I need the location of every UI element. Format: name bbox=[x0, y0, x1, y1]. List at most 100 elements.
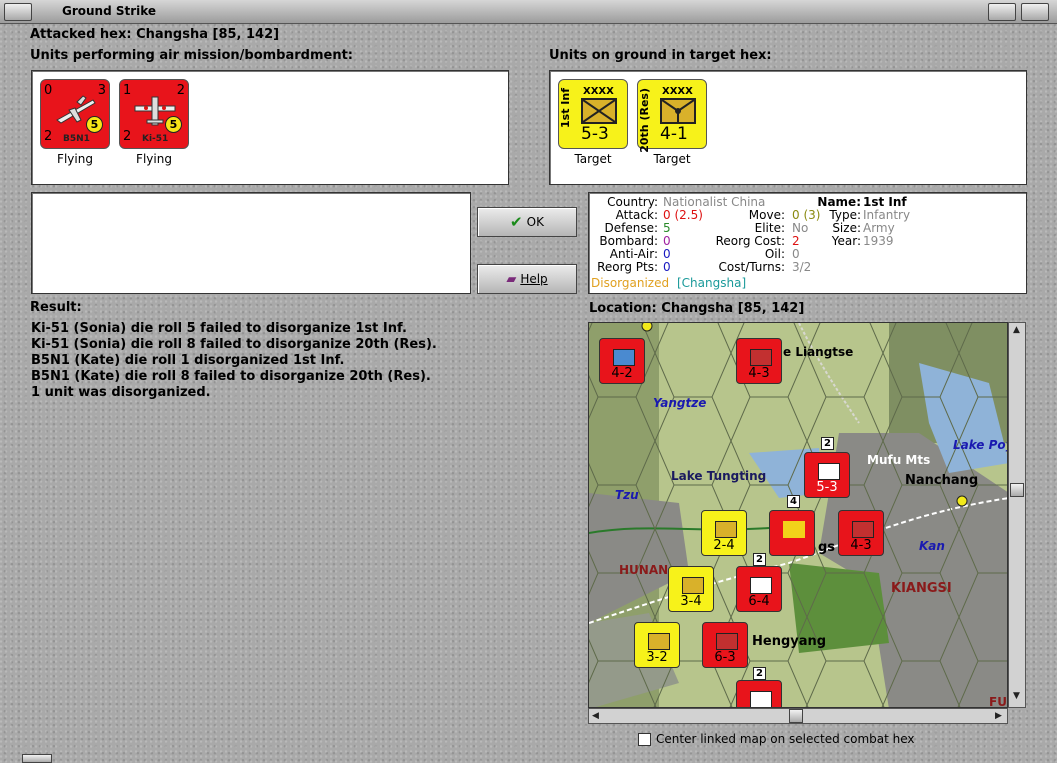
checkmark-icon: ✔ bbox=[510, 213, 523, 231]
unit-strength: 4-1 bbox=[660, 124, 688, 144]
map-label: Lake Tungting bbox=[671, 469, 767, 483]
unit-name: 1st Inf bbox=[559, 88, 572, 128]
map-air-unit-counter[interactable] bbox=[769, 510, 815, 556]
message-panel bbox=[31, 192, 471, 294]
result-line: B5N1 (Kate) die roll 1 disorganized 1st … bbox=[31, 353, 345, 368]
antiair-key: Anti-Air: bbox=[609, 247, 658, 261]
infantry-symbol-icon bbox=[750, 349, 772, 366]
stack-count-badge: 2 bbox=[821, 437, 834, 450]
help-button[interactable]: ▰ Help bbox=[477, 264, 577, 294]
counter-value: 1 bbox=[123, 83, 132, 98]
map-unit-strength: 2-4 bbox=[713, 538, 735, 553]
elite-key: Elite: bbox=[754, 221, 785, 235]
infantry-symbol-icon bbox=[750, 577, 772, 594]
ok-button[interactable]: ✔ OK bbox=[477, 207, 577, 237]
attack-key: Attack: bbox=[615, 208, 658, 222]
scroll-down-icon[interactable]: ▼ bbox=[1013, 691, 1020, 701]
cost-turns-value: 3/2 bbox=[792, 260, 812, 274]
infantry-symbol-icon bbox=[750, 691, 772, 707]
window-menu-button[interactable] bbox=[4, 3, 32, 21]
map-unit-counter[interactable]: 2-4 bbox=[701, 510, 747, 556]
ground-unit-counter-20th-res[interactable]: 20th (Res) XXXX 4-1 bbox=[637, 79, 707, 153]
map-label: FU bbox=[989, 695, 1007, 708]
unit-name: 20th (Res) bbox=[638, 88, 651, 153]
horizontal-scroll-thumb[interactable] bbox=[789, 709, 803, 723]
result-line: Ki-51 (Sonia) die roll 8 failed to disor… bbox=[31, 337, 437, 352]
map-unit-strength: 3-4 bbox=[680, 594, 702, 609]
map-unit-counter[interactable]: 6-4 bbox=[736, 566, 782, 612]
map-label: Hengyang bbox=[752, 634, 827, 649]
help-book-icon: ▰ bbox=[506, 271, 517, 287]
air-unit-caption: Flying bbox=[57, 152, 93, 166]
year-key: Year: bbox=[831, 234, 861, 248]
map-label: HUNAN bbox=[619, 563, 669, 577]
vertical-scroll-thumb[interactable] bbox=[1010, 483, 1024, 497]
move-key: Move: bbox=[748, 208, 785, 222]
map-vertical-scrollbar[interactable]: ▲ ▼ bbox=[1008, 322, 1026, 708]
mechanized-symbol-icon bbox=[613, 349, 635, 366]
name-key: Name: bbox=[817, 195, 861, 209]
map-unit-counter[interactable]: 4-2 bbox=[599, 338, 645, 384]
map-unit-strength: 6-3 bbox=[714, 650, 736, 665]
air-unit-caption: Flying bbox=[136, 152, 172, 166]
map-horizontal-scrollbar[interactable]: ◀ ▶ bbox=[588, 708, 1008, 724]
ground-unit-caption: Target bbox=[653, 152, 691, 166]
title-bar: Ground Strike bbox=[0, 0, 1057, 24]
ok-button-label: OK bbox=[526, 215, 544, 229]
map-unit-counter[interactable]: 3-2 bbox=[634, 622, 680, 668]
ground-units-panel: 1st Inf XXXX 5-3 Target 20th (Res) XXXX … bbox=[549, 70, 1027, 185]
country-key: Country: bbox=[607, 195, 658, 209]
scroll-right-icon[interactable]: ▶ bbox=[995, 711, 1002, 721]
unit-info-panel: Country: Nationalist China Attack: 0 (2.… bbox=[588, 192, 1027, 294]
counter-value: 2 bbox=[123, 129, 132, 144]
map-label: Nanchang bbox=[905, 473, 979, 488]
minimize-button[interactable] bbox=[988, 3, 1016, 21]
range-badge: 5 bbox=[86, 116, 103, 133]
air-unit-counter-ki51[interactable]: 1 2 2 5 Ki-51 bbox=[119, 79, 189, 149]
result-line: Ki-51 (Sonia) die roll 5 failed to disor… bbox=[31, 321, 407, 336]
center-map-checkbox[interactable] bbox=[638, 733, 651, 746]
status-disorganized: Disorganized bbox=[591, 276, 670, 290]
map-label: KIANGSI bbox=[891, 581, 952, 596]
aircraft-type: B5N1 bbox=[63, 134, 90, 144]
oil-value: 0 bbox=[792, 247, 800, 261]
stack-count-badge: 2 bbox=[753, 553, 766, 566]
map-label: Yangtze bbox=[653, 396, 707, 410]
counter-value: 2 bbox=[44, 129, 53, 144]
location-label: Location: Changsha [85, 142] bbox=[589, 301, 805, 316]
infantry-symbol-icon bbox=[648, 633, 670, 650]
strategic-map[interactable]: e Liangtse Yangtze Lake Poy Mufu Mts Lak… bbox=[588, 322, 1008, 708]
size-value: Army bbox=[863, 221, 895, 235]
defense-value: 5 bbox=[663, 221, 671, 235]
scroll-left-icon[interactable]: ◀ bbox=[592, 711, 599, 721]
air-unit-counter-b5n1[interactable]: 0 3 2 5 B5N1 bbox=[40, 79, 110, 149]
ground-unit-counter-1st-inf[interactable]: 1st Inf XXXX 5-3 bbox=[558, 79, 628, 149]
aircraft-type: Ki-51 bbox=[142, 134, 169, 144]
reorg-cost-value: 2 bbox=[792, 234, 800, 248]
attacked-hex-label: Attacked hex: Changsha [85, 142] bbox=[30, 27, 280, 42]
infantry-symbol-icon bbox=[852, 521, 874, 538]
map-label: Kan bbox=[919, 539, 945, 553]
map-unit-counter[interactable]: 6-3 bbox=[702, 622, 748, 668]
close-button[interactable] bbox=[1021, 3, 1049, 21]
map-unit-counter[interactable]: 3-4 bbox=[668, 566, 714, 612]
bombard-value: 0 bbox=[663, 234, 671, 248]
map-label: Lake Poy bbox=[953, 438, 1008, 452]
map-unit-counter[interactable]: 5-3 bbox=[804, 452, 850, 498]
ground-units-label: Units on ground in target hex: bbox=[549, 48, 772, 63]
resize-grip[interactable] bbox=[22, 754, 52, 763]
stack-count-badge: 4 bbox=[787, 495, 800, 508]
attack-value: 0 (2.5) bbox=[663, 208, 703, 222]
infantry-symbol-icon bbox=[682, 577, 704, 594]
result-line: B5N1 (Kate) die roll 8 failed to disorga… bbox=[31, 369, 431, 384]
scroll-up-icon[interactable]: ▲ bbox=[1013, 325, 1020, 335]
result-label: Result: bbox=[30, 300, 82, 315]
map-unit-counter[interactable] bbox=[736, 680, 782, 707]
type-key: Type: bbox=[829, 208, 861, 222]
map-unit-counter[interactable]: 4-3 bbox=[736, 338, 782, 384]
counter-value: 0 bbox=[44, 83, 53, 98]
reserve-infantry-symbol-icon bbox=[660, 98, 696, 124]
elite-value: No bbox=[792, 221, 809, 235]
unit-size: XXXX bbox=[583, 86, 614, 97]
map-unit-counter[interactable]: 4-3 bbox=[838, 510, 884, 556]
